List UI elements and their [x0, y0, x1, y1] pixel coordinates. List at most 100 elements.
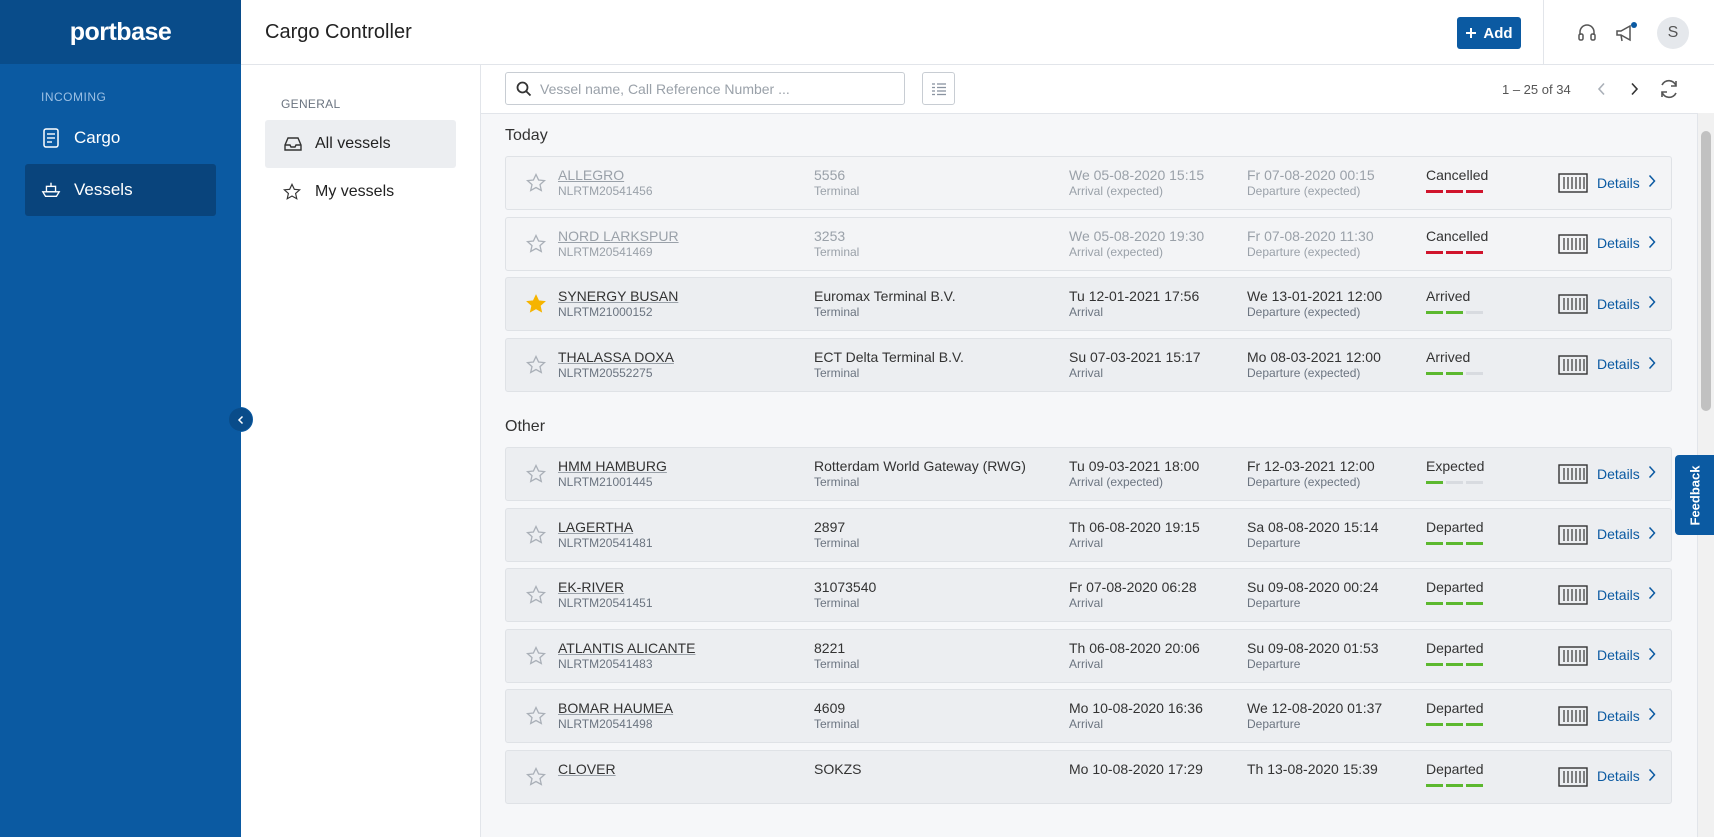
details-link[interactable]: Details: [1597, 465, 1656, 482]
sidebar-collapse-button[interactable]: [228, 407, 253, 432]
terminal-cell: 8221 Terminal: [814, 640, 859, 672]
call-reference-number: NLRTM20541451: [558, 596, 653, 610]
status-text: Departed: [1426, 518, 1484, 535]
status-progress-segment: [1466, 541, 1483, 545]
details-link[interactable]: Details: [1597, 647, 1656, 664]
status-progress: [1426, 541, 1484, 545]
container-icon[interactable]: [1558, 766, 1588, 787]
filter-my-vessels[interactable]: My vessels: [265, 168, 456, 216]
arrival-label: Arrival (expected): [1069, 475, 1164, 489]
chevron-right-icon: [1648, 174, 1656, 191]
status-progress-segment: [1426, 481, 1443, 484]
terminal-label: Terminal: [814, 656, 860, 671]
star-outline-icon[interactable]: [525, 463, 547, 484]
next-page-button[interactable]: [1622, 77, 1646, 101]
vessel-row[interactable]: NORD LARKSPUR NLRTM20541469 3253 Terminal We…: [505, 216, 1672, 271]
status-progress: [1426, 481, 1484, 484]
vessel-row[interactable]: ALLEGRO NLRTM20541456 5556 Terminal We 05-08…: [505, 156, 1672, 210]
vessel-row[interactable]: BOMAR HAUMEA NLRTM20541498 4609 Terminal Mo …: [505, 689, 1672, 743]
previous-page-button[interactable]: [1590, 77, 1614, 101]
star-filled-icon[interactable]: [526, 294, 546, 314]
vessel-name-link[interactable]: CLOVER: [558, 761, 616, 778]
vessel-row[interactable]: SYNERGY BUSAN NLRTM21000152 Euromax Termin…: [505, 277, 1672, 331]
star-outline-icon[interactable]: [525, 354, 547, 375]
container-icon[interactable]: [1558, 233, 1588, 254]
group-title: Today: [505, 127, 548, 144]
inbox-icon: [283, 136, 303, 152]
star-outline-icon[interactable]: [525, 233, 547, 254]
container-icon[interactable]: [1558, 173, 1588, 193]
vessel-name-link[interactable]: SYNERGY BUSAN: [558, 288, 678, 305]
vessel-name-link[interactable]: THALASSA DOXA: [558, 349, 674, 366]
details-link[interactable]: Details: [1597, 356, 1656, 373]
terminal-cell: 31073540 Terminal: [814, 579, 876, 611]
departure-time: Th 13-08-2020 15:39: [1247, 760, 1378, 777]
sidebar-item-vessels[interactable]: Vessels: [25, 164, 216, 216]
details-label: Details: [1597, 295, 1640, 312]
chevron-right-icon: [1648, 768, 1656, 785]
vessel-row[interactable]: THALASSA DOXA NLRTM20552275 ECT Delta Term…: [505, 337, 1672, 392]
list-view-toggle-button[interactable]: [922, 72, 955, 105]
status-progress-segment: [1426, 190, 1443, 193]
vessel-name-link[interactable]: HMM HAMBURG: [558, 458, 667, 475]
scrollbar-thumb[interactable]: [1701, 131, 1711, 411]
feedback-tab[interactable]: Feedback: [1675, 455, 1714, 535]
vessel-name-cell: BOMAR HAUMEA NLRTM20541498: [558, 700, 673, 732]
megaphone-icon[interactable]: [1613, 20, 1639, 46]
vessel-list-panel: 1 – 25 of 34 Today ALLEGRONLRTM20541456 55…: [481, 65, 1714, 837]
star-outline-icon[interactable]: [525, 584, 547, 605]
container-icon[interactable]: [1558, 464, 1588, 484]
portbase-logo[interactable]: portbase: [70, 18, 172, 47]
details-link[interactable]: Details: [1597, 707, 1656, 724]
star-outline-icon[interactable]: [525, 705, 547, 726]
vessel-row[interactable]: LAGERTHA NLRTM20541481 2897 Terminal Th 06-0…: [505, 507, 1672, 562]
container-icon[interactable]: [1558, 706, 1588, 726]
vessel-name-link[interactable]: NORD LARKSPUR: [558, 228, 679, 245]
status-text: Arrived: [1426, 348, 1471, 365]
details-link[interactable]: Details: [1597, 586, 1656, 603]
add-button[interactable]: Add: [1457, 17, 1521, 49]
star-outline-icon[interactable]: [525, 645, 547, 666]
container-icon[interactable]: [1558, 524, 1588, 545]
status-progress-segment: [1426, 662, 1443, 666]
vessel-row[interactable]: ATLANTIS ALICANTE NLRTM20541483 8221 Termin…: [505, 628, 1672, 683]
filter-all-vessels[interactable]: All vessels: [265, 120, 456, 168]
star-outline-icon[interactable]: [525, 524, 547, 545]
vessel-row[interactable]: HMM HAMBURG NLRTM21001445 Rotterdam World …: [505, 447, 1672, 501]
arrival-time: Mo 10-08-2020 16:36: [1069, 700, 1203, 716]
arrival-time: Mo 10-08-2020 17:29: [1069, 760, 1203, 777]
status-progress-segment: [1446, 371, 1463, 375]
sidebar-item-cargo[interactable]: Cargo: [25, 112, 216, 164]
details-link[interactable]: Details: [1597, 295, 1656, 312]
status-progress-segment: [1466, 371, 1483, 375]
terminal-value: 2897: [814, 518, 846, 535]
container-icon[interactable]: [1558, 585, 1588, 605]
details-link[interactable]: Details: [1597, 526, 1656, 543]
search-box[interactable]: [505, 72, 905, 105]
departure-time: We 13-01-2021 12:00: [1247, 288, 1383, 304]
vessel-name-link[interactable]: LAGERTHA: [558, 519, 653, 536]
vessel-row[interactable]: EK-RIVER NLRTM20541451 31073540 Terminal Fr …: [505, 568, 1672, 622]
details-link[interactable]: Details: [1597, 235, 1656, 252]
details-label: Details: [1597, 707, 1640, 724]
headset-icon[interactable]: [1574, 20, 1600, 46]
details-link[interactable]: Details: [1597, 174, 1656, 191]
vessel-name-cell: THALASSA DOXA NLRTM20552275: [558, 349, 674, 381]
departure-label: Departure (expected): [1247, 365, 1361, 380]
vessel-name-link[interactable]: ALLEGRO: [558, 167, 653, 184]
arrival-cell: Mo 10-08-2020 17:29: [1069, 761, 1203, 778]
container-icon[interactable]: [1558, 645, 1588, 666]
vessel-name-link[interactable]: BOMAR HAUMEA: [558, 700, 673, 717]
search-input[interactable]: [540, 80, 900, 97]
vessel-row[interactable]: CLOVER SOKZS Mo 10-08-2020 17:29 Th 13-08-2…: [505, 749, 1672, 804]
container-icon[interactable]: [1558, 354, 1588, 375]
star-outline-icon[interactable]: [525, 172, 547, 193]
vessel-name-link[interactable]: EK-RIVER: [558, 579, 653, 596]
status-progress: [1426, 371, 1483, 375]
avatar[interactable]: S: [1657, 17, 1689, 49]
container-icon[interactable]: [1558, 294, 1588, 314]
details-link[interactable]: Details: [1597, 768, 1656, 785]
star-outline-icon[interactable]: [525, 766, 547, 787]
vessel-name-link[interactable]: ATLANTIS ALICANTE: [558, 640, 695, 657]
refresh-button[interactable]: [1657, 77, 1681, 101]
